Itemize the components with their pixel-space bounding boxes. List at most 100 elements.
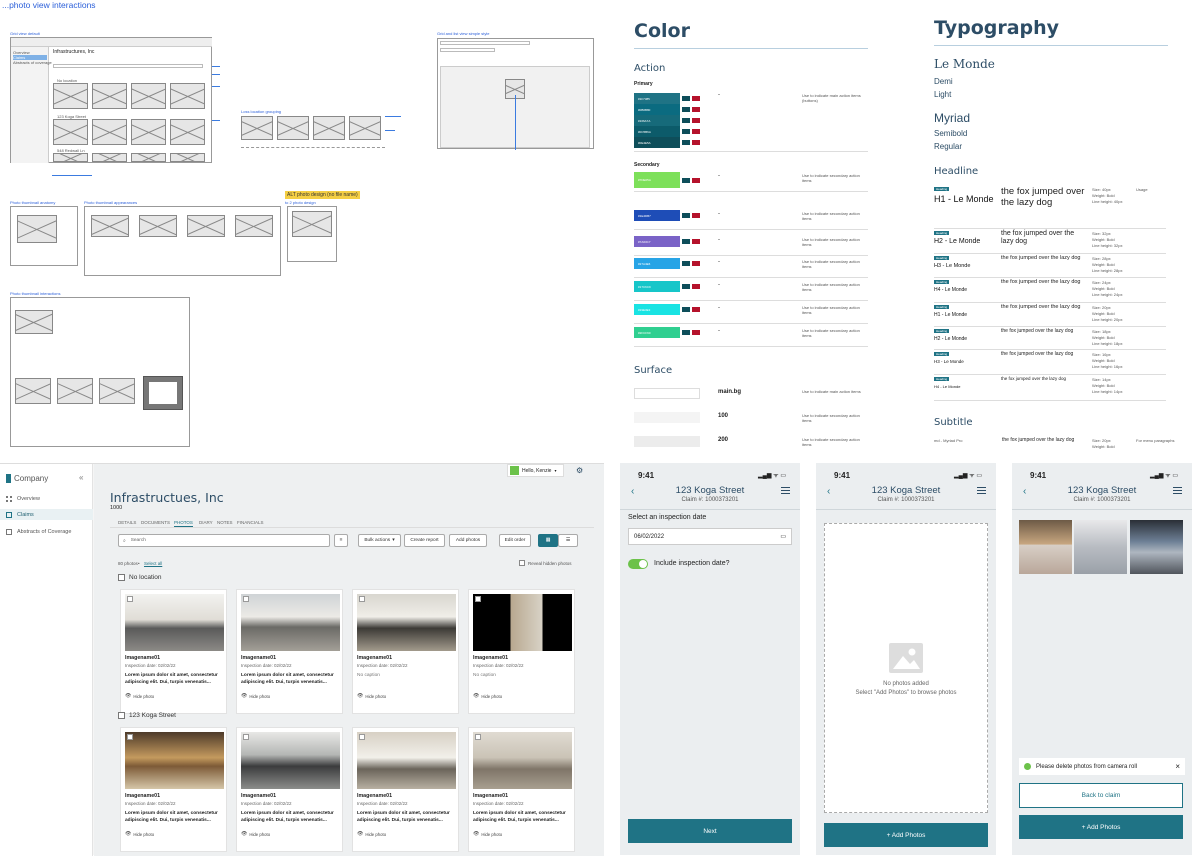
edit-order-button[interactable]: Edit order bbox=[499, 534, 531, 547]
hide-photo-action[interactable]: 👁 Hide photo bbox=[357, 693, 386, 699]
secondary-usage: Use to indicate secondary action items bbox=[802, 328, 860, 338]
address-title: 123 Koga Street bbox=[1067, 485, 1137, 496]
surface-name: main.bg bbox=[718, 389, 742, 395]
sidebar-item-overview[interactable]: Overview bbox=[6, 496, 40, 502]
menu-icon[interactable] bbox=[977, 487, 986, 496]
photo-card[interactable]: Imagename01 Inspection date: 02/02/22 Lore… bbox=[236, 589, 343, 714]
bulk-actions-button[interactable]: Bulk actions ▾ bbox=[358, 534, 401, 547]
divider bbox=[934, 374, 1166, 375]
hide-photo-action[interactable]: 👁 Hide photo bbox=[125, 693, 154, 699]
filter-button[interactable]: ≡ bbox=[334, 534, 348, 547]
font-name-myriad: Myriad bbox=[934, 111, 971, 125]
headline-line-height: Line height: 40px bbox=[1092, 199, 1123, 204]
checkbox[interactable] bbox=[359, 734, 365, 740]
photo-image[interactable] bbox=[357, 732, 456, 789]
hide-photo-action[interactable]: 👁 Hide photo bbox=[241, 693, 270, 699]
headline-size: Size: 40px bbox=[1092, 187, 1111, 192]
hide-photo-action[interactable]: 👁 Hide photo bbox=[241, 831, 270, 837]
group-header[interactable]: No location bbox=[118, 574, 162, 581]
hide-photo-label: Hide photo bbox=[481, 693, 503, 699]
collapse-icon[interactable]: « bbox=[79, 473, 83, 482]
date-input[interactable]: 06/02/2022 ▭ bbox=[628, 528, 792, 545]
gear-icon[interactable]: ⚙ bbox=[576, 466, 583, 475]
search-input[interactable]: ⌕ Search bbox=[118, 534, 330, 547]
photo-thumbnail[interactable] bbox=[1074, 520, 1127, 574]
menu-icon[interactable] bbox=[1173, 487, 1182, 496]
inspection-date: Inspection date: 02/02/22 bbox=[125, 663, 176, 668]
checkbox[interactable] bbox=[243, 596, 249, 602]
headline-line-height: Line height: 32px bbox=[1092, 243, 1123, 248]
headline-weight: Weight: Bold bbox=[1092, 237, 1115, 242]
checkbox[interactable] bbox=[475, 596, 481, 602]
photo-card[interactable]: Imagename01 Inspection date: 02/02/22 No c… bbox=[468, 589, 575, 714]
photo-card[interactable]: Imagename01 Inspection date: 02/02/22 Lore… bbox=[468, 727, 575, 852]
tab-documents[interactable]: DOCUMENTS bbox=[141, 520, 170, 525]
checkbox[interactable] bbox=[519, 560, 525, 566]
image-name: Imagename01 bbox=[241, 793, 277, 799]
create-report-button[interactable]: Create report bbox=[404, 534, 445, 547]
headline-line-height: Line height: 16px bbox=[1092, 364, 1123, 369]
sidebar-item-claims[interactable]: Claims bbox=[6, 512, 34, 518]
add-photos-button[interactable]: + Add Photos bbox=[1019, 815, 1183, 839]
tab-photos[interactable]: PHOTOS bbox=[174, 520, 193, 525]
headline-line-height: Line height: 18px bbox=[1092, 341, 1123, 346]
subtitle-usage: For menu paragraphs bbox=[1136, 438, 1175, 443]
dash: - bbox=[718, 259, 720, 265]
checkbox[interactable] bbox=[127, 596, 133, 602]
photo-card[interactable]: Imagename01 Inspection date: 02/02/22 Lore… bbox=[236, 727, 343, 852]
photo-image[interactable] bbox=[241, 732, 340, 789]
next-button[interactable]: Next bbox=[628, 819, 792, 843]
add-photos-button[interactable]: Add photos bbox=[449, 534, 487, 547]
photo-card[interactable]: Imagename01 Inspection date: 02/02/22 Lore… bbox=[120, 727, 227, 852]
photo-image[interactable] bbox=[473, 732, 572, 789]
list-icon: ☰ bbox=[565, 538, 571, 543]
tab-details[interactable]: DETAILS bbox=[118, 520, 136, 525]
checkbox[interactable] bbox=[127, 734, 133, 740]
headline-line-height: Line height: 28px bbox=[1092, 268, 1123, 273]
tab-diary[interactable]: DIARY bbox=[199, 520, 213, 525]
contrast-chip bbox=[692, 96, 700, 101]
photo-card[interactable]: Imagename01 Inspection date: 02/02/22 Lore… bbox=[352, 727, 459, 852]
photo-image[interactable] bbox=[125, 732, 224, 789]
checkbox[interactable] bbox=[118, 574, 125, 581]
tab-financials[interactable]: FINANCIALS bbox=[237, 520, 264, 525]
sidebar-item-abstracts[interactable]: Abstracts of Coverage bbox=[6, 529, 71, 535]
user-menu[interactable]: Hello, Kenzie ▾ bbox=[507, 464, 564, 477]
hide-photo-action[interactable]: 👁 Hide photo bbox=[473, 831, 502, 837]
photo-card[interactable]: Imagename01 Inspection date: 02/02/22 Lore… bbox=[120, 589, 227, 714]
list-view-toggle[interactable]: ☰ bbox=[558, 534, 578, 547]
photo-card[interactable]: Imagename01 Inspection date: 02/02/22 No c… bbox=[352, 589, 459, 714]
group-header[interactable]: 123 Koga Street bbox=[118, 712, 176, 719]
menu-icon[interactable] bbox=[781, 487, 790, 496]
secondary-swatch-row: #7DE05A bbox=[634, 172, 701, 188]
photo-thumbnail[interactable] bbox=[1019, 520, 1072, 574]
hide-photo-action[interactable]: 👁 Hide photo bbox=[357, 831, 386, 837]
photo-image[interactable] bbox=[241, 594, 340, 651]
hide-photo-action[interactable]: 👁 Hide photo bbox=[125, 831, 154, 837]
grid-view-toggle[interactable]: ▦ bbox=[538, 534, 558, 547]
surface-name: 200 bbox=[718, 437, 729, 443]
back-to-claim-button[interactable]: Back to claim bbox=[1019, 783, 1183, 808]
select-all-link[interactable]: Select all bbox=[144, 561, 162, 566]
contrast-chip bbox=[682, 239, 690, 244]
add-photos-button[interactable]: + Add Photos bbox=[824, 823, 988, 847]
photo-image[interactable] bbox=[357, 594, 456, 651]
photo-thumbnail[interactable] bbox=[1130, 520, 1183, 574]
checkbox[interactable] bbox=[359, 596, 365, 602]
empty-title: No photos added bbox=[883, 681, 929, 687]
close-icon[interactable]: × bbox=[1175, 762, 1180, 771]
photo-view-interactions-link[interactable]: ...photo view interactions bbox=[2, 0, 96, 10]
dash: - bbox=[718, 305, 720, 311]
tab-notes[interactable]: NOTES bbox=[217, 520, 233, 525]
photo-image[interactable] bbox=[473, 594, 572, 651]
divider bbox=[634, 191, 868, 192]
checkbox[interactable] bbox=[243, 734, 249, 740]
reveal-hidden-toggle[interactable]: Reveal hidden photos bbox=[519, 560, 572, 566]
checkbox[interactable] bbox=[475, 734, 481, 740]
headline-size: Size: 18px bbox=[1092, 329, 1111, 334]
include-date-toggle[interactable] bbox=[628, 559, 648, 569]
hide-photo-action[interactable]: 👁 Hide photo bbox=[473, 693, 502, 699]
checkbox[interactable] bbox=[118, 712, 125, 719]
photo-image[interactable] bbox=[125, 594, 224, 651]
anatomy-wireframe bbox=[10, 206, 78, 266]
